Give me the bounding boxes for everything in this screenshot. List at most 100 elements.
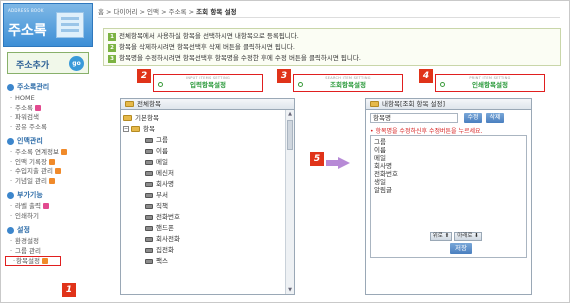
node-label: 기본항목: [135, 114, 159, 122]
field-icon: [145, 236, 153, 242]
section-label: 설정: [17, 226, 30, 234]
tree-leaf[interactable]: 전화번호: [123, 212, 283, 223]
instruction-2: 2 항목을 삭제하시려면 항목선택후 삭제 버튼을 클릭하시면 됩니다.: [108, 42, 556, 53]
expand-icon[interactable]: −: [123, 126, 129, 132]
list-item[interactable]: 생일: [374, 178, 523, 186]
list-item[interactable]: 알림글: [374, 186, 523, 194]
step-marker-4: 4: [419, 69, 433, 83]
leaf-label: 핸드폰: [156, 224, 174, 232]
my-items-panel: 내항목[조회 항목 설정] 항목명 수정 삭제 • 항목명을 수정하신후 수정버…: [365, 98, 532, 295]
tree-leaf[interactable]: 팩스: [123, 256, 283, 267]
book-icon: [56, 12, 84, 38]
app-logo[interactable]: ADDRESS BOOK 주소록: [3, 3, 93, 47]
section-settings[interactable]: 설정: [7, 225, 93, 235]
leaf-label: 회사전화: [156, 235, 180, 243]
delete-button[interactable]: 삭제: [486, 113, 504, 123]
field-icon: [145, 247, 153, 253]
num-3-icon: 3: [108, 54, 116, 63]
sidebar-item-label-print[interactable]: 라벨 출력: [3, 202, 93, 212]
panel-title: 전체항목: [137, 100, 161, 108]
sidebar-item-network-log[interactable]: 인맥 기록장: [3, 158, 93, 168]
field-icon: [145, 214, 153, 220]
list-item[interactable]: 회사명: [374, 162, 523, 170]
item-label: 항목설정: [16, 257, 40, 265]
leaf-label: 이름: [156, 147, 168, 155]
item-label: 인맥 기록장: [15, 157, 47, 166]
tree-view: 기본항목 − 항목 그룹 이름 메일 메신저 회사명 부서 직책 전화번호 핸드폰…: [121, 110, 285, 294]
sidebar-item-field-settings[interactable]: 항목설정: [5, 256, 61, 266]
edit-row: 항목명 수정 삭제: [370, 113, 527, 123]
tree-scrollbar[interactable]: ▲ ▼: [285, 110, 294, 294]
list-item[interactable]: 전화번호: [374, 170, 523, 178]
tree-leaf[interactable]: 집전화: [123, 245, 283, 256]
list-item[interactable]: 메일: [374, 154, 523, 162]
leaf-label: 집전화: [156, 246, 174, 254]
save-button[interactable]: 저장: [450, 243, 472, 254]
breadcrumb: 홈 > 다이어리 > 인맥 > 주소록 > 조회 항목 설정: [98, 6, 560, 18]
section-label: 부가기능: [17, 191, 43, 199]
tree-leaf[interactable]: 메신저: [123, 168, 283, 179]
sidebar-item-group-manage[interactable]: 그룹 관리: [3, 247, 93, 257]
tree-node-items[interactable]: − 항목: [123, 124, 283, 135]
item-label: 기념일 관리: [15, 176, 47, 185]
instruction-text: 항목을 삭제하시려면 항목선택후 삭제 버튼을 클릭하시면 됩니다.: [119, 43, 295, 51]
tree-leaf[interactable]: 부서: [123, 190, 283, 201]
edit-warning: • 항목명을 수정하신후 수정버튼을 누르세요.: [370, 128, 483, 135]
sidebar-menu: 주소록관리 HOME 주소록 파워검색 공유 주소록 인맥관리 주소록 연계정보…: [3, 82, 93, 266]
breadcrumb-current: 조회 항목 설정: [196, 8, 237, 16]
section-address[interactable]: 주소록관리: [7, 82, 93, 92]
sidebar-item-addressbook[interactable]: 주소록: [3, 104, 93, 114]
section-network[interactable]: 인맥관리: [7, 136, 93, 146]
tree-leaf[interactable]: 그룹: [123, 135, 283, 146]
tab-ko-label: 조회항목설정: [330, 81, 366, 89]
tree-leaf[interactable]: 회사명: [123, 179, 283, 190]
add-address-button[interactable]: 주소추가 go: [7, 52, 89, 74]
badge-icon: [48, 158, 55, 165]
sidebar-item-home[interactable]: HOME: [3, 94, 93, 104]
leaf-label: 팩스: [156, 257, 168, 265]
tree-leaf[interactable]: 핸드폰: [123, 223, 283, 234]
bullet-icon: [7, 83, 14, 91]
leaf-label: 부서: [156, 191, 168, 199]
step-marker-1: 1: [62, 283, 76, 297]
leaf-label: 직책: [156, 202, 168, 210]
sidebar-item-power-search[interactable]: 파워검색: [3, 113, 93, 123]
scroll-up-icon[interactable]: ▲: [287, 110, 293, 118]
sidebar-item-preferences[interactable]: 환경설정: [3, 237, 93, 247]
tree-leaf[interactable]: 이름: [123, 146, 283, 157]
tab-search-items[interactable]: SEARCH ITEM SETTING 조회항목설정: [293, 74, 403, 92]
tree-leaf[interactable]: 회사전화: [123, 234, 283, 245]
item-label: 인쇄하기: [15, 211, 39, 220]
edit-button[interactable]: 수정: [464, 113, 482, 123]
tab-input-items[interactable]: INPUT ITEMS SETTING 입력항목설정: [153, 74, 263, 92]
tree-leaf[interactable]: 직책: [123, 201, 283, 212]
field-icon: [145, 170, 153, 176]
scroll-down-icon[interactable]: ▼: [287, 286, 293, 294]
scroll-thumb[interactable]: [287, 120, 293, 150]
sidebar-item-link-info[interactable]: 주소록 연계정보: [3, 148, 93, 158]
sidebar-item-anniversary[interactable]: 기념일 관리: [3, 177, 93, 187]
item-label: 주소록: [15, 103, 33, 112]
radio-icon: [158, 82, 163, 87]
tab-print-items[interactable]: PRINT ITEM SETTING 인쇄항목설정: [435, 74, 545, 92]
sidebar-item-income[interactable]: 수입지출 관리: [3, 167, 93, 177]
list-item[interactable]: 이름: [374, 146, 523, 154]
section-label: 주소록관리: [17, 83, 50, 91]
list-item[interactable]: 그룹: [374, 138, 523, 146]
item-label: 주소록 연계정보: [15, 148, 59, 156]
all-items-panel: 전체항목 기본항목 − 항목 그룹 이름 메일 메신저 회사명 부서 직책 전화번…: [120, 98, 295, 295]
num-2-icon: 2: [108, 43, 116, 52]
sidebar-item-print[interactable]: 인쇄하기: [3, 212, 93, 222]
item-name-input[interactable]: 항목명: [370, 113, 458, 123]
tree-leaf[interactable]: 메일: [123, 157, 283, 168]
tree-node-basic[interactable]: 기본항목: [123, 113, 283, 124]
section-extra[interactable]: 부가기능: [7, 190, 93, 200]
sidebar-item-shared[interactable]: 공유 주소록: [3, 123, 93, 133]
leaf-label: 메일: [156, 158, 168, 166]
move-up-button[interactable]: 위로 ⬆: [430, 232, 452, 241]
field-icon: [145, 181, 153, 187]
move-down-button[interactable]: 아래로 ⬇: [454, 232, 482, 241]
breadcrumb-path[interactable]: 홈 > 다이어리 > 인맥 > 주소록 >: [98, 8, 196, 16]
sidebar: ADDRESS BOOK 주소록 주소추가 go 주소록관리 HOME 주소록 …: [3, 3, 93, 299]
item-label: 파워검색: [15, 113, 39, 121]
